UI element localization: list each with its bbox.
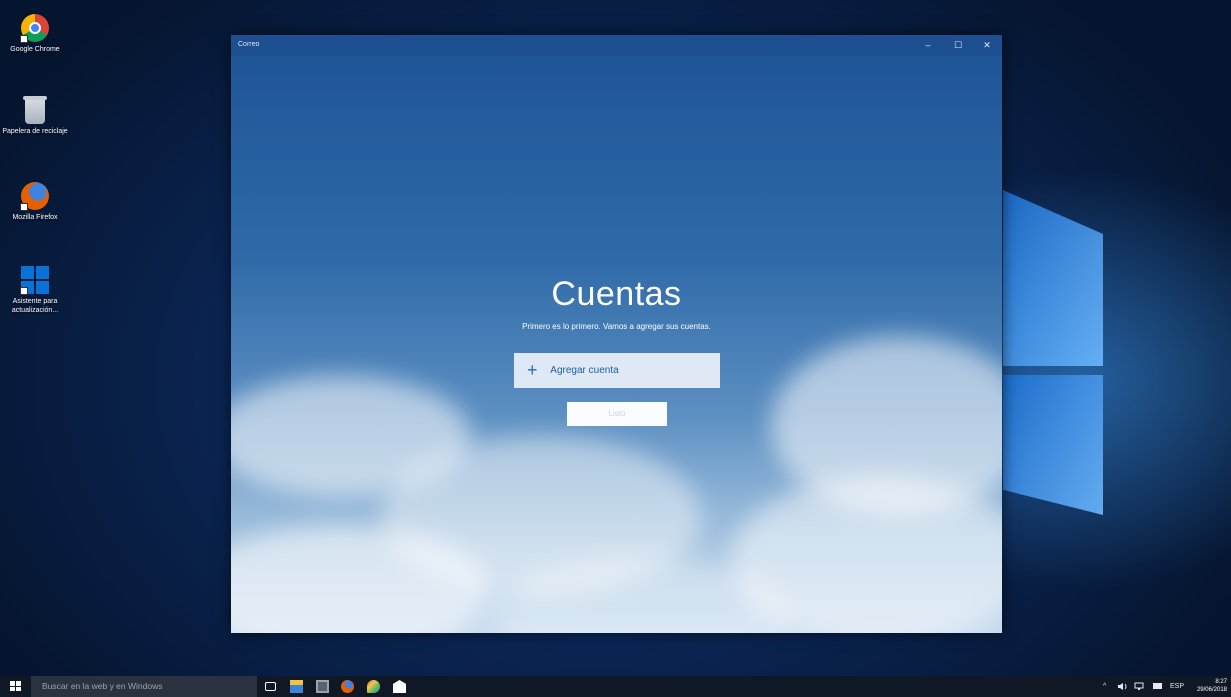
- action-center-icon[interactable]: [1152, 676, 1166, 697]
- clock[interactable]: 8:27 29/06/2018: [1197, 678, 1227, 694]
- store-icon[interactable]: [316, 680, 329, 693]
- page-subtitle: Primero es lo primero. Vamos a agregar s…: [522, 322, 711, 331]
- plus-icon: +: [527, 360, 538, 380]
- clock-date: 29/06/2018: [1196, 687, 1227, 693]
- start-button[interactable]: [10, 681, 22, 692]
- add-account-button[interactable]: + Agregar cuenta: [514, 353, 720, 388]
- window-titlebar[interactable]: Correo – ☐ ✕: [231, 35, 1002, 56]
- desktop-icon-recycle-bin[interactable]: Papelera de reciclaje: [2, 96, 68, 136]
- firefox-icon[interactable]: [341, 680, 354, 693]
- wallpaper-pane-bottom: [1003, 375, 1103, 515]
- wallpaper-pane-top: [1003, 190, 1103, 366]
- language-indicator[interactable]: ESP: [1170, 676, 1184, 697]
- chrome-icon: [20, 14, 49, 43]
- maximize-button[interactable]: ☐: [943, 35, 973, 56]
- mail-icon[interactable]: [393, 680, 406, 693]
- add-account-label: Agregar cuenta: [550, 365, 619, 376]
- desktop-icon-label: Google Chrome: [10, 46, 60, 53]
- network-icon[interactable]: [1134, 676, 1148, 697]
- desktop-icon-label: Asistente para actualización...: [11, 298, 59, 314]
- mail-app-window: Correo – ☐ ✕ Cuentas Primero es lo prime…: [231, 35, 1002, 633]
- file-explorer-icon[interactable]: [290, 680, 303, 693]
- desktop-icon-chrome[interactable]: Google Chrome: [2, 14, 68, 54]
- accounts-page: Cuentas Primero es lo primero. Vamos a a…: [231, 56, 1002, 633]
- tray-chevron-icon[interactable]: ^: [1103, 676, 1106, 697]
- minimize-button[interactable]: –: [913, 35, 943, 56]
- task-view-icon[interactable]: [265, 682, 276, 691]
- desktop-icon-update-assistant[interactable]: Asistente para actualización...: [2, 266, 68, 315]
- taskbar: Buscar en la web y en Windows ^ ESP 8:27…: [0, 676, 1231, 697]
- desktop-icon-label: Papelera de reciclaje: [2, 128, 68, 135]
- windows-update-assistant-icon: [20, 266, 49, 295]
- recycle-bin-icon: [23, 96, 47, 124]
- paint-icon[interactable]: [367, 680, 380, 693]
- close-button[interactable]: ✕: [972, 35, 1002, 56]
- desktop-icon-label: Mozilla Firefox: [12, 214, 58, 221]
- firefox-icon: [20, 182, 49, 211]
- done-button[interactable]: Listo: [567, 402, 667, 426]
- desktop-icon-firefox[interactable]: Mozilla Firefox: [2, 182, 68, 222]
- taskbar-search-input[interactable]: Buscar en la web y en Windows: [31, 676, 257, 697]
- page-title: Cuentas: [551, 275, 682, 313]
- clock-time: 8:27: [1215, 679, 1227, 685]
- window-title: Correo: [238, 41, 260, 48]
- volume-icon[interactable]: [1117, 676, 1131, 697]
